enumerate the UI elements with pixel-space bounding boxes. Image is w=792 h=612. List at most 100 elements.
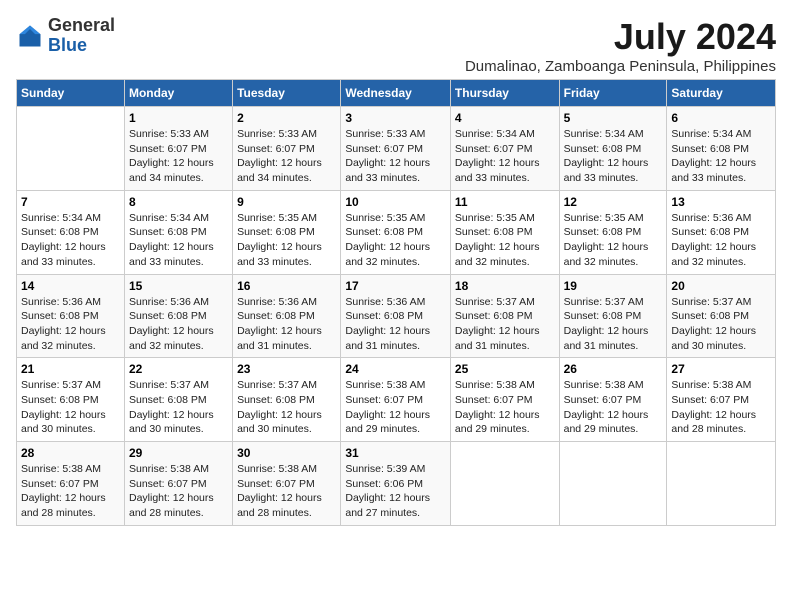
calendar-cell: 16 Sunrise: 5:36 AM Sunset: 6:08 PM Dayli… [233, 274, 341, 358]
header-cell-sunday: Sunday [17, 80, 125, 107]
day-number: 22 [129, 362, 228, 376]
logo-blue: Blue [48, 35, 87, 55]
logo-text: General Blue [48, 16, 115, 56]
week-row-3: 14 Sunrise: 5:36 AM Sunset: 6:08 PM Dayli… [17, 274, 776, 358]
calendar-cell: 4 Sunrise: 5:34 AM Sunset: 6:07 PM Daylig… [450, 107, 559, 191]
day-number: 18 [455, 279, 555, 293]
subtitle: Dumalinao, Zamboanga Peninsula, Philippi… [465, 58, 776, 75]
calendar-cell: 15Sunrise: 5:36 AM Sunset: 6:08 PM Dayli… [124, 274, 232, 358]
calendar-cell [450, 442, 559, 526]
day-info: Sunrise: 5:34 AM Sunset: 6:08 PM Dayligh… [129, 211, 228, 270]
calendar-cell: 8 Sunrise: 5:34 AM Sunset: 6:08 PM Daylig… [124, 190, 232, 274]
day-info: Sunrise: 5:37 AM Sunset: 6:08 PM Dayligh… [455, 295, 555, 354]
calendar-cell: 10Sunrise: 5:35 AM Sunset: 6:08 PM Dayli… [341, 190, 451, 274]
calendar-cell: 12Sunrise: 5:35 AM Sunset: 6:08 PM Dayli… [559, 190, 667, 274]
day-number: 2 [237, 111, 336, 125]
calendar-cell: 11Sunrise: 5:35 AM Sunset: 6:08 PM Dayli… [450, 190, 559, 274]
day-number: 19 [564, 279, 663, 293]
day-number: 16 [237, 279, 336, 293]
calendar-cell: 24 Sunrise: 5:38 AM Sunset: 6:07 PM Dayli… [341, 358, 451, 442]
header-cell-friday: Friday [559, 80, 667, 107]
calendar-cell [17, 107, 125, 191]
page-header: General Blue July 2024 Dumalinao, Zamboa… [16, 16, 776, 75]
day-number: 26 [564, 362, 663, 376]
day-number: 17 [345, 279, 446, 293]
day-info: Sunrise: 5:38 AM Sunset: 6:07 PM Dayligh… [129, 462, 228, 521]
day-number: 20 [671, 279, 771, 293]
day-number: 28 [21, 446, 120, 460]
day-info: Sunrise: 5:38 AM Sunset: 6:07 PM Dayligh… [671, 378, 771, 437]
day-info: Sunrise: 5:34 AM Sunset: 6:08 PM Dayligh… [21, 211, 120, 270]
calendar-cell: 7 Sunrise: 5:34 AM Sunset: 6:08 PM Daylig… [17, 190, 125, 274]
day-info: Sunrise: 5:37 AM Sunset: 6:08 PM Dayligh… [129, 378, 228, 437]
day-number: 4 [455, 111, 555, 125]
week-row-2: 7 Sunrise: 5:34 AM Sunset: 6:08 PM Daylig… [17, 190, 776, 274]
header-cell-tuesday: Tuesday [233, 80, 341, 107]
day-number: 10 [345, 195, 446, 209]
day-info: Sunrise: 5:38 AM Sunset: 6:07 PM Dayligh… [564, 378, 663, 437]
day-number: 7 [21, 195, 120, 209]
calendar-cell: 6Sunrise: 5:34 AM Sunset: 6:08 PM Daylig… [667, 107, 776, 191]
calendar-cell: 18 Sunrise: 5:37 AM Sunset: 6:08 PM Dayli… [450, 274, 559, 358]
logo-icon [16, 22, 44, 50]
day-number: 5 [564, 111, 663, 125]
day-number: 13 [671, 195, 771, 209]
day-number: 8 [129, 195, 228, 209]
calendar-cell: 28 Sunrise: 5:38 AM Sunset: 6:07 PM Dayli… [17, 442, 125, 526]
day-info: Sunrise: 5:37 AM Sunset: 6:08 PM Dayligh… [564, 295, 663, 354]
day-number: 23 [237, 362, 336, 376]
day-info: Sunrise: 5:33 AM Sunset: 6:07 PM Dayligh… [237, 127, 336, 186]
day-number: 25 [455, 362, 555, 376]
day-info: Sunrise: 5:38 AM Sunset: 6:07 PM Dayligh… [21, 462, 120, 521]
day-info: Sunrise: 5:33 AM Sunset: 6:07 PM Dayligh… [345, 127, 446, 186]
day-info: Sunrise: 5:38 AM Sunset: 6:07 PM Dayligh… [345, 378, 446, 437]
day-info: Sunrise: 5:36 AM Sunset: 6:08 PM Dayligh… [671, 211, 771, 270]
day-info: Sunrise: 5:37 AM Sunset: 6:08 PM Dayligh… [237, 378, 336, 437]
calendar-cell: 21Sunrise: 5:37 AM Sunset: 6:08 PM Dayli… [17, 358, 125, 442]
day-info: Sunrise: 5:33 AM Sunset: 6:07 PM Dayligh… [129, 127, 228, 186]
day-info: Sunrise: 5:36 AM Sunset: 6:08 PM Dayligh… [345, 295, 446, 354]
main-title: July 2024 [465, 16, 776, 58]
day-number: 29 [129, 446, 228, 460]
day-number: 3 [345, 111, 446, 125]
calendar-cell: 19 Sunrise: 5:37 AM Sunset: 6:08 PM Dayli… [559, 274, 667, 358]
calendar-cell [667, 442, 776, 526]
header-row: SundayMondayTuesdayWednesdayThursdayFrid… [17, 80, 776, 107]
header-cell-monday: Monday [124, 80, 232, 107]
calendar-cell: 23 Sunrise: 5:37 AM Sunset: 6:08 PM Dayli… [233, 358, 341, 442]
week-row-1: 1Sunrise: 5:33 AM Sunset: 6:07 PM Daylig… [17, 107, 776, 191]
day-number: 31 [345, 446, 446, 460]
header-cell-wednesday: Wednesday [341, 80, 451, 107]
calendar-cell: 14Sunrise: 5:36 AM Sunset: 6:08 PM Dayli… [17, 274, 125, 358]
day-info: Sunrise: 5:38 AM Sunset: 6:07 PM Dayligh… [455, 378, 555, 437]
day-number: 6 [671, 111, 771, 125]
day-info: Sunrise: 5:36 AM Sunset: 6:08 PM Dayligh… [237, 295, 336, 354]
day-info: Sunrise: 5:37 AM Sunset: 6:08 PM Dayligh… [671, 295, 771, 354]
day-info: Sunrise: 5:34 AM Sunset: 6:08 PM Dayligh… [564, 127, 663, 186]
calendar-cell: 26 Sunrise: 5:38 AM Sunset: 6:07 PM Dayli… [559, 358, 667, 442]
day-number: 12 [564, 195, 663, 209]
week-row-4: 21Sunrise: 5:37 AM Sunset: 6:08 PM Dayli… [17, 358, 776, 442]
calendar-table: SundayMondayTuesdayWednesdayThursdayFrid… [16, 79, 776, 526]
title-block: July 2024 Dumalinao, Zamboanga Peninsula… [465, 16, 776, 75]
calendar-cell: 5 Sunrise: 5:34 AM Sunset: 6:08 PM Daylig… [559, 107, 667, 191]
calendar-cell: 25 Sunrise: 5:38 AM Sunset: 6:07 PM Dayli… [450, 358, 559, 442]
calendar-cell: 3 Sunrise: 5:33 AM Sunset: 6:07 PM Daylig… [341, 107, 451, 191]
calendar-cell: 27Sunrise: 5:38 AM Sunset: 6:07 PM Dayli… [667, 358, 776, 442]
day-info: Sunrise: 5:39 AM Sunset: 6:06 PM Dayligh… [345, 462, 446, 521]
calendar-cell: 31 Sunrise: 5:39 AM Sunset: 6:06 PM Dayli… [341, 442, 451, 526]
header-cell-thursday: Thursday [450, 80, 559, 107]
logo: General Blue [16, 16, 115, 56]
calendar-cell: 9Sunrise: 5:35 AM Sunset: 6:08 PM Daylig… [233, 190, 341, 274]
calendar-cell: 30Sunrise: 5:38 AM Sunset: 6:07 PM Dayli… [233, 442, 341, 526]
day-number: 9 [237, 195, 336, 209]
day-info: Sunrise: 5:37 AM Sunset: 6:08 PM Dayligh… [21, 378, 120, 437]
day-info: Sunrise: 5:34 AM Sunset: 6:07 PM Dayligh… [455, 127, 555, 186]
day-number: 24 [345, 362, 446, 376]
calendar-cell: 20 Sunrise: 5:37 AM Sunset: 6:08 PM Dayli… [667, 274, 776, 358]
day-info: Sunrise: 5:38 AM Sunset: 6:07 PM Dayligh… [237, 462, 336, 521]
calendar-cell: 22 Sunrise: 5:37 AM Sunset: 6:08 PM Dayli… [124, 358, 232, 442]
header-cell-saturday: Saturday [667, 80, 776, 107]
logo-general: General [48, 15, 115, 35]
day-number: 14 [21, 279, 120, 293]
